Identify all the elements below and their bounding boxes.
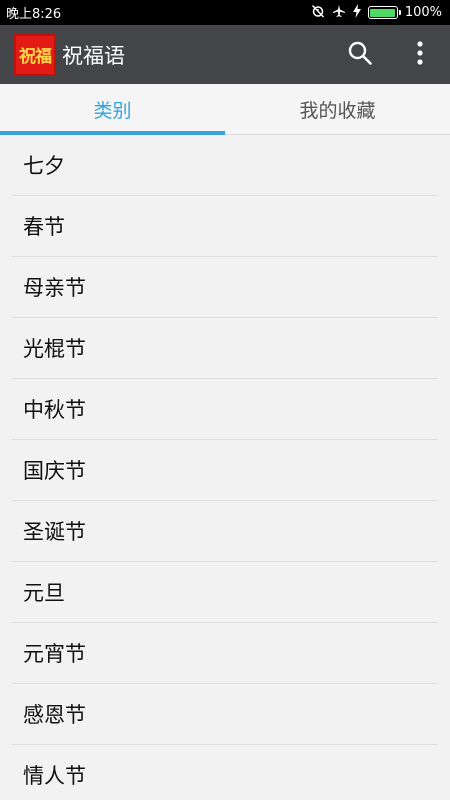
list-item-national-day[interactable]: 国庆节 — [12, 440, 438, 501]
status-icons: 100% — [311, 4, 442, 21]
status-bar: 晚上8:26 100% — [0, 0, 450, 25]
app-title: 祝福语 — [62, 43, 125, 68]
battery-percentage: 100% — [404, 5, 442, 20]
overflow-menu-button[interactable] — [390, 25, 450, 84]
list-item-mid-autumn[interactable]: 中秋节 — [12, 379, 438, 440]
app-logo: 祝福 — [14, 33, 56, 76]
list-item-new-year[interactable]: 元旦 — [12, 562, 438, 623]
tab-categories[interactable]: 类别 — [0, 84, 225, 135]
list-item-christmas[interactable]: 圣诞节 — [12, 501, 438, 562]
battery-level-fill — [370, 8, 396, 17]
tab-bar: 类别 我的收藏 — [0, 84, 450, 135]
list-item-singles-day[interactable]: 光棍节 — [12, 318, 438, 379]
list-item-spring-festival[interactable]: 春节 — [12, 196, 438, 257]
tab-favorites[interactable]: 我的收藏 — [225, 84, 450, 134]
overflow-menu-icon — [416, 40, 424, 70]
battery-icon — [367, 6, 401, 19]
search-button[interactable] — [330, 25, 390, 84]
alarm-off-icon — [311, 4, 325, 21]
list-item-lantern-festival[interactable]: 元宵节 — [12, 623, 438, 684]
category-list: 七夕 春节 母亲节 光棍节 中秋节 国庆节 圣诞节 元旦 元宵节 感恩节 情人节 — [0, 135, 450, 800]
app-actions — [330, 25, 450, 84]
list-item-mothers-day[interactable]: 母亲节 — [12, 257, 438, 318]
charging-icon — [352, 4, 361, 21]
airplane-icon — [332, 4, 346, 21]
status-time: 晚上8:26 — [6, 7, 62, 22]
search-icon — [347, 40, 373, 70]
list-item-thanksgiving[interactable]: 感恩节 — [12, 684, 438, 745]
list-item-qixi[interactable]: 七夕 — [12, 135, 438, 196]
list-item-valentines-day[interactable]: 情人节 — [12, 745, 438, 800]
app-bar: 祝福 祝福语 — [0, 25, 450, 84]
